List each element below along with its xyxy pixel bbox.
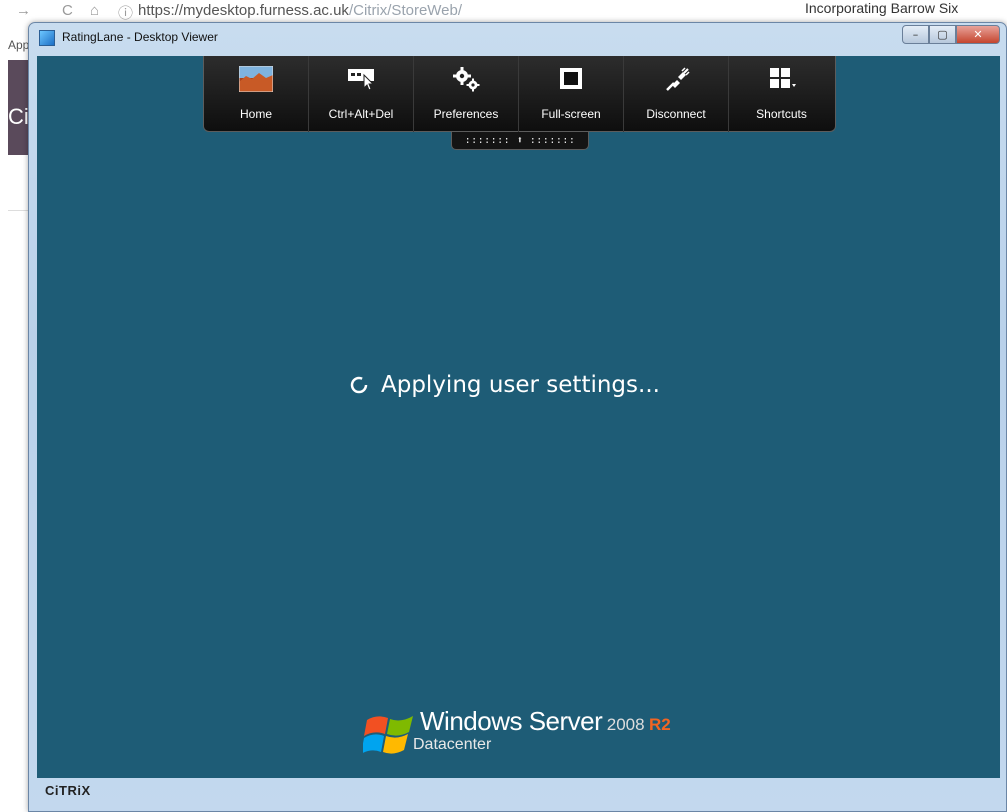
window-title: RatingLane - Desktop Viewer <box>62 30 218 44</box>
brand-r2: R2 <box>649 715 671 734</box>
windows-logo-icon <box>363 716 413 754</box>
loading-spinner-icon <box>350 376 368 394</box>
maximize-button[interactable]: ▢ <box>929 25 956 44</box>
windows-server-brand: Windows Server 2008 R2 <box>420 706 671 737</box>
citrix-header-text: Ci <box>8 104 29 129</box>
toolbar-home-button[interactable]: Home <box>204 56 309 132</box>
app-icon <box>39 30 55 46</box>
ctrl-alt-del-icon <box>348 69 375 91</box>
viewer-toolbar: Home Ctrl+Alt+Del Preferences Full-scree… <box>203 56 836 132</box>
toolbar-preferences-button[interactable]: Preferences <box>414 56 519 132</box>
toolbar-shortcuts-button[interactable]: Shortcuts <box>729 56 834 132</box>
close-button[interactable]: ✕ <box>956 25 1000 44</box>
status-message: Applying user settings... <box>349 370 660 400</box>
handle-grip: ::::::: ⬆ ::::::: <box>464 135 576 146</box>
desktop-viewer-window: RatingLane - Desktop Viewer – ▢ ✕ Home C… <box>28 22 1007 812</box>
back-arrow-icon[interactable]: → <box>16 2 31 19</box>
citrix-logo: CiTRiX <box>45 783 91 798</box>
minimize-button[interactable]: – <box>902 25 929 44</box>
toolbar-label: Disconnect <box>646 107 706 121</box>
window-controls: – ▢ ✕ <box>902 25 1000 45</box>
home-icon <box>239 66 273 92</box>
home-outline-icon[interactable]: ⌂ <box>90 2 99 19</box>
toolbar-collapse-handle[interactable]: ::::::: ⬆ ::::::: <box>451 132 589 150</box>
toolbar-label: Shortcuts <box>756 107 807 121</box>
remote-desktop[interactable]: Home Ctrl+Alt+Del Preferences Full-scree… <box>37 56 1000 778</box>
shortcuts-grid-icon <box>769 68 796 88</box>
toolbar-disconnect-button[interactable]: Disconnect <box>624 56 729 132</box>
status-text: Applying user settings... <box>381 372 660 398</box>
toolbar-ctrl-alt-del-button[interactable]: Ctrl+Alt+Del <box>309 56 414 132</box>
brand-version: 2008 <box>606 715 645 734</box>
toolbar-label: Preferences <box>433 107 499 121</box>
toolbar-label: Full-screen <box>541 107 601 121</box>
reload-icon[interactable]: C <box>62 2 73 19</box>
toolbar-label: Home <box>239 107 272 121</box>
browser-address-bar: → C ⌂ ⓘ https://mydesktop.furness.ac.uk/… <box>0 0 1007 22</box>
gears-icon <box>453 67 480 92</box>
toolbar-fullscreen-button[interactable]: Full-screen <box>519 56 624 132</box>
info-icon: ⓘ <box>118 5 134 22</box>
disconnect-plug-icon <box>666 67 690 91</box>
page-header-text: Incorporating Barrow Six <box>805 0 959 16</box>
viewer-status-bar: CiTRiX <box>29 777 1006 811</box>
address-url[interactable]: https://mydesktop.furness.ac.uk/Citrix/S… <box>138 2 462 19</box>
toolbar-label: Ctrl+Alt+Del <box>328 107 394 121</box>
title-bar[interactable]: RatingLane - Desktop Viewer – ▢ ✕ <box>29 23 1006 53</box>
fullscreen-icon <box>560 68 582 89</box>
brand-name: Windows Server <box>420 706 603 736</box>
brand-edition: Datacenter <box>413 736 492 753</box>
